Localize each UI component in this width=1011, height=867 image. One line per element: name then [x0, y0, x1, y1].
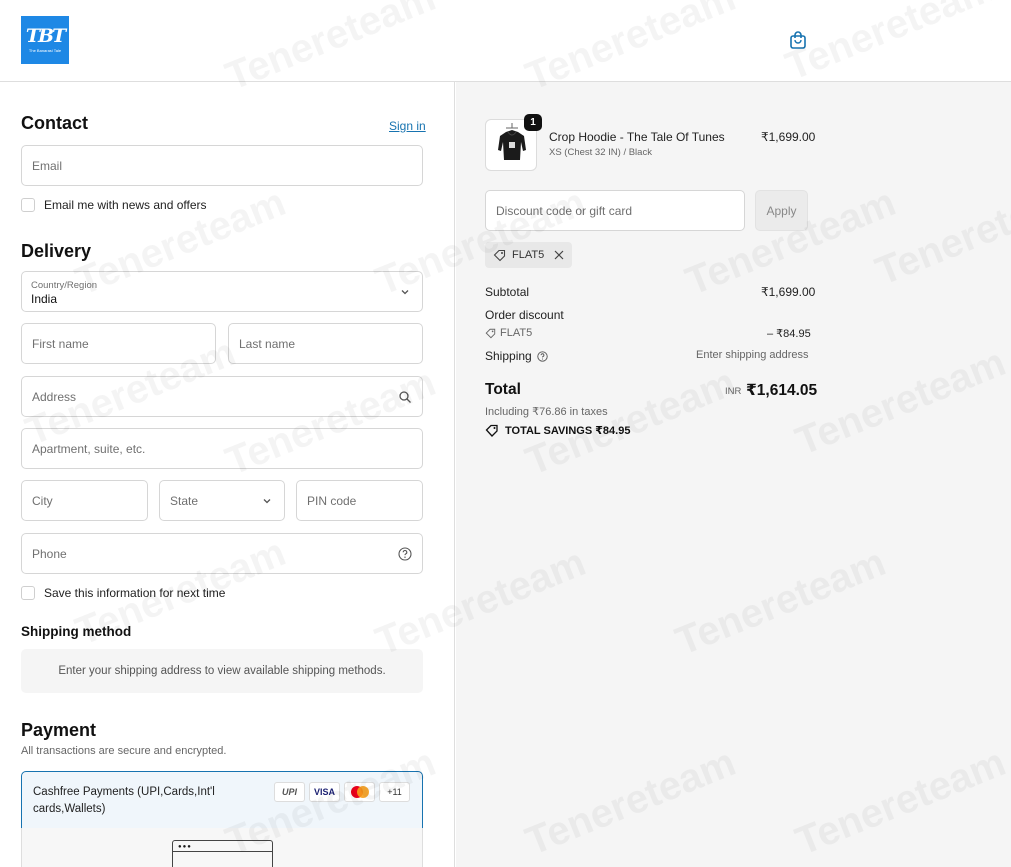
total-savings-text: TOTAL SAVINGS ₹84.95	[505, 425, 631, 437]
more-payment-methods-badge: +11	[379, 782, 410, 802]
pin-code-field[interactable]: PIN code	[296, 480, 423, 521]
chevron-down-icon	[263, 499, 271, 504]
quantity-badge: 1	[524, 114, 542, 131]
shipping-notice-text: Enter your shipping address to view avai…	[58, 665, 386, 677]
delivery-heading: Delivery	[21, 241, 92, 261]
tag-icon	[485, 328, 496, 338]
order-discount-code: FLAT5	[500, 327, 533, 339]
visa-icon: VISA	[309, 782, 340, 802]
product-price: ₹1,699.00	[761, 130, 816, 144]
save-info-label: Save this information for next time	[44, 586, 226, 600]
total-value: ₹1,614.05	[746, 382, 818, 399]
city-placeholder: City	[32, 494, 53, 508]
save-info-checkbox[interactable]	[21, 586, 35, 600]
payment-redirect-area: ●●●	[21, 828, 423, 867]
mastercard-icon	[344, 782, 375, 802]
email-placeholder: Email	[32, 159, 63, 173]
search-icon	[399, 391, 411, 403]
email-field[interactable]: Email	[21, 145, 423, 186]
tag-icon	[493, 249, 506, 261]
browser-window-icon: ●●●	[172, 840, 273, 867]
help-circle-icon[interactable]	[398, 547, 412, 561]
country-select[interactable]: Country/Region India	[21, 271, 423, 312]
news-checkbox-label: Email me with news and offers	[44, 198, 207, 212]
city-field[interactable]: City	[21, 480, 148, 521]
state-placeholder: State	[170, 494, 199, 508]
save-info-checkbox-row[interactable]: Save this information for next time	[21, 586, 225, 600]
news-checkbox-row[interactable]: Email me with news and offers	[21, 198, 207, 212]
discount-placeholder: Discount code or gift card	[496, 204, 633, 218]
shipping-value: Enter shipping address	[696, 349, 809, 361]
order-discount-value: – ₹84.95	[767, 328, 811, 340]
phone-placeholder: Phone	[32, 547, 67, 561]
first-name-placeholder: First name	[32, 337, 89, 351]
last-name-field[interactable]: Last name	[228, 323, 423, 364]
close-icon[interactable]	[554, 250, 564, 260]
help-circle-icon[interactable]	[537, 350, 548, 362]
address-field[interactable]: Address	[21, 376, 423, 417]
pin-code-placeholder: PIN code	[307, 494, 357, 508]
chevron-down-icon	[401, 290, 409, 295]
subtotal-label: Subtotal	[485, 285, 530, 299]
shipping-method-notice: Enter your shipping address to view avai…	[21, 649, 423, 693]
shipping-label: Shipping	[485, 349, 532, 363]
state-select[interactable]: State	[159, 480, 285, 521]
logo-subtext: The Banarasi Tale	[28, 48, 62, 53]
payment-option-line2: cards,Wallets)	[33, 803, 106, 815]
logo-mark: TBT	[25, 25, 66, 47]
payment-subtitle: All transactions are secure and encrypte…	[21, 745, 227, 757]
apply-discount-button[interactable]: Apply	[755, 190, 808, 231]
country-value: India	[31, 292, 58, 306]
first-name-field[interactable]: First name	[21, 323, 216, 364]
store-logo[interactable]: TBT The Banarasi Tale	[21, 16, 69, 64]
sign-in-link[interactable]: Sign in	[389, 119, 426, 133]
tag-icon	[485, 424, 498, 437]
shipping-row: Shipping	[485, 349, 548, 363]
subtotal-value: ₹1,699.00	[761, 285, 816, 299]
apartment-placeholder: Apartment, suite, etc.	[32, 442, 146, 456]
payment-icons: UPI VISA +11	[274, 782, 410, 802]
address-placeholder: Address	[32, 390, 77, 404]
last-name-placeholder: Last name	[239, 337, 296, 351]
upi-icon: UPI	[274, 782, 305, 802]
payment-option-label: Cashfree Payments (UPI,Cards,Int'l cards…	[33, 784, 233, 818]
payment-heading: Payment	[21, 720, 97, 740]
country-label: Country/Region	[31, 280, 98, 291]
total-savings: TOTAL SAVINGS ₹84.95	[485, 424, 630, 437]
discount-code-input[interactable]: Discount code or gift card	[485, 190, 745, 231]
order-discount-code-row: FLAT5	[485, 327, 532, 339]
shopping-bag-icon[interactable]	[789, 30, 807, 50]
product-variant: XS (Chest 32 IN) / Black	[549, 147, 652, 158]
apartment-field[interactable]: Apartment, suite, etc.	[21, 428, 423, 469]
product-name: Crop Hoodie - The Tale Of Tunes	[549, 130, 725, 144]
contact-heading: Contact	[21, 113, 88, 133]
discount-chip-code: FLAT5	[512, 249, 545, 261]
payment-option-cashfree[interactable]: Cashfree Payments (UPI,Cards,Int'l cards…	[21, 771, 423, 829]
total-label: Total	[485, 381, 521, 398]
discount-chip: FLAT5	[485, 242, 573, 268]
taxes-note: Including ₹76.86 in taxes	[485, 406, 608, 418]
payment-option-line1: Cashfree Payments (UPI,Cards,Int'l	[33, 786, 215, 798]
phone-field[interactable]: Phone	[21, 533, 423, 574]
order-discount-label: Order discount	[485, 308, 564, 322]
header: TBT The Banarasi Tale	[0, 0, 1011, 82]
news-checkbox[interactable]	[21, 198, 35, 212]
shipping-method-heading: Shipping method	[21, 624, 132, 639]
total-currency: INR	[725, 386, 742, 397]
